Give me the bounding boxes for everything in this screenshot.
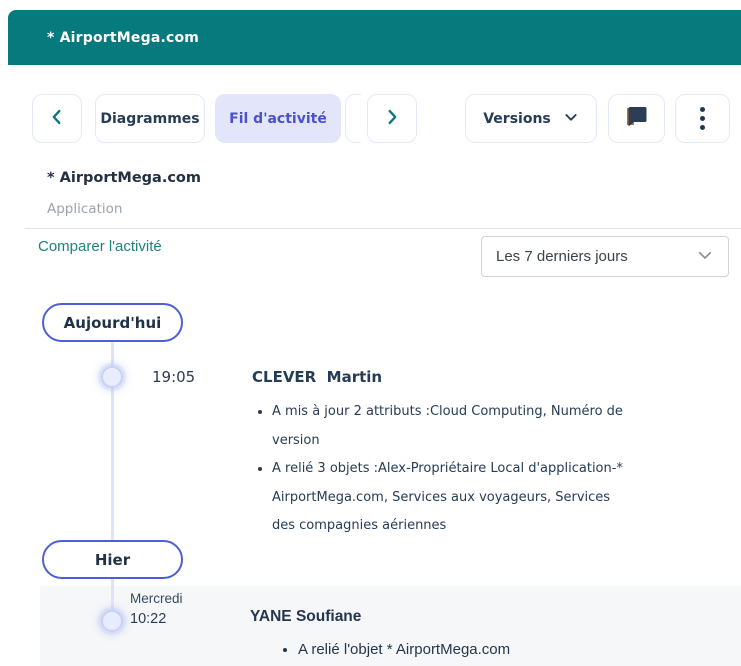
chevron-down-icon — [696, 246, 714, 268]
period-select[interactable]: Les 7 derniers jours — [481, 236, 729, 277]
timeline-group-label: Hier — [95, 551, 130, 569]
object-title: * AirportMega.com — [47, 170, 201, 186]
event-detail-list: A mis à jour 2 attributs :Cloud Computin… — [252, 398, 634, 541]
app-header-title: * AirportMega.com — [47, 30, 199, 46]
comment-icon — [623, 104, 650, 133]
tab-label: Fil d'activité — [229, 111, 327, 127]
timeline-node-icon — [101, 366, 123, 388]
section-divider — [25, 228, 741, 229]
event-detail-item: A mis à jour 2 attributs :Cloud Computin… — [272, 398, 634, 455]
next-tab-button[interactable] — [367, 94, 417, 143]
timeline-group-today: Aujourd'hui — [42, 303, 183, 342]
period-select-value: Les 7 derniers jours — [496, 248, 628, 265]
tab-diagrammes[interactable]: Diagrammes — [95, 94, 205, 143]
prev-tab-button[interactable] — [32, 94, 82, 143]
timeline-group-yesterday: Hier — [42, 540, 183, 579]
event-day: Mercredi — [130, 591, 183, 606]
tab-partial-hidden[interactable] — [345, 94, 361, 143]
chevron-left-icon — [46, 106, 68, 132]
event-author: YANE Soufiane — [250, 608, 361, 626]
event-time: 19:05 — [152, 368, 195, 386]
tab-fil-dactivite[interactable]: Fil d'activité — [215, 94, 341, 143]
app-header-bar: * AirportMega.com — [8, 10, 741, 65]
tab-label: Diagrammes — [100, 111, 199, 127]
kebab-menu-icon — [700, 107, 705, 130]
chevron-down-icon — [563, 109, 579, 129]
comments-button[interactable] — [608, 94, 665, 143]
event-detail-list: A relié l'objet * AirportMega.com — [278, 638, 628, 662]
more-options-button[interactable] — [675, 94, 730, 143]
versions-dropdown-button[interactable]: Versions — [465, 94, 597, 143]
versions-label: Versions — [483, 111, 551, 127]
event-time: 10:22 — [130, 611, 166, 627]
event-detail-item: A relié 3 objets :Alex-Propriétaire Loca… — [272, 455, 634, 541]
activity-feed-page: * AirportMega.com Diagrammes Fil d'activ… — [0, 0, 741, 666]
timeline-group-label: Aujourd'hui — [64, 314, 162, 332]
compare-activity-link[interactable]: Comparer l'activité — [38, 238, 162, 255]
chevron-right-icon — [381, 106, 403, 132]
event-detail-item: A relié l'objet * AirportMega.com — [298, 638, 628, 662]
timeline-node-icon — [101, 610, 123, 632]
event-author: CLEVER Martin — [252, 368, 382, 386]
object-type-label: Application — [47, 201, 122, 217]
